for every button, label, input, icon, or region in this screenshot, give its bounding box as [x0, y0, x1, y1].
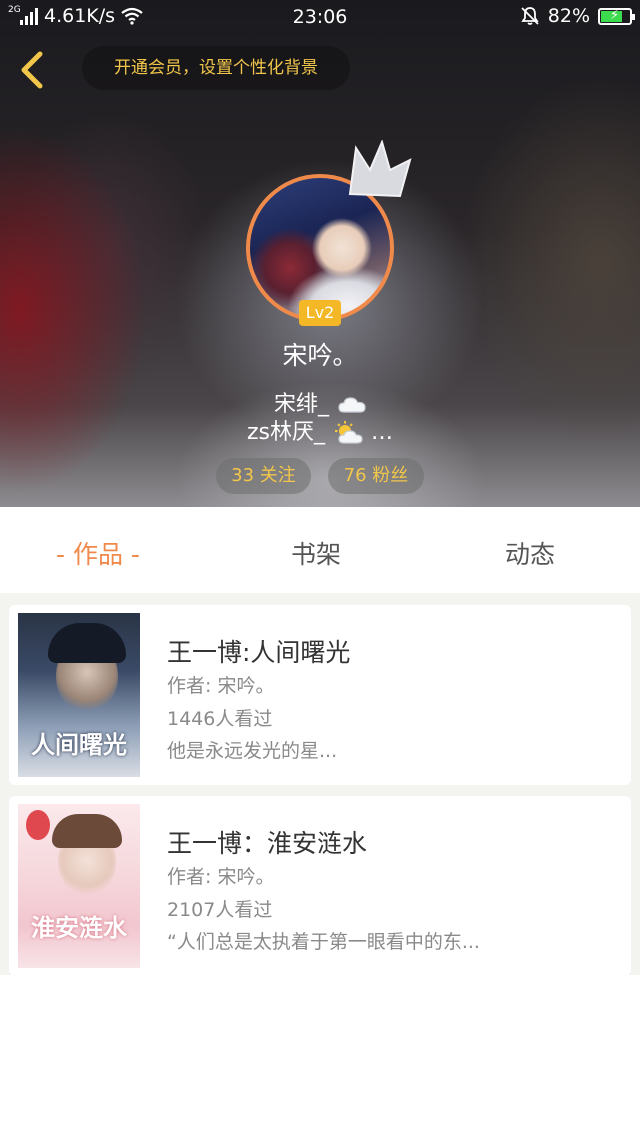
profile-page: 2G 4.61K/s 23:06 82% ⚡ 开通会员，设置个性化背景 Lv2 …	[0, 0, 640, 1138]
cover-balloon	[26, 810, 50, 840]
level-badge: Lv2	[299, 300, 341, 326]
status-right: 82% ⚡	[520, 5, 635, 27]
work-author: 作者: 宋吟。	[167, 866, 275, 888]
mute-bell-icon	[521, 7, 539, 25]
works-list: 人间曙光 王一博:人间曙光 作者: 宋吟。 1446人看过 他是永远发光的星..…	[0, 593, 640, 976]
work-excerpt: “人们总是太执着于第一眼看中的东...	[167, 931, 480, 953]
work-title: 王一博:人间曙光	[167, 638, 351, 667]
signature-ellipsis: …	[371, 420, 393, 445]
book-cover: 淮安涟水	[18, 804, 140, 968]
work-author: 作者: 宋吟。	[167, 675, 275, 697]
work-views: 1446人看过	[167, 708, 273, 730]
cover-hair	[48, 623, 126, 663]
cover-hair	[52, 814, 122, 848]
cover-title-text: 人间曙光	[31, 731, 127, 759]
empty-area	[0, 975, 640, 1138]
vip-background-prompt[interactable]: 开通会员，设置个性化背景	[82, 46, 350, 90]
list-item[interactable]: 淮安涟水 王一博：淮安涟水 作者: 宋吟。 2107人看过 “人们总是太执着于第…	[9, 796, 631, 976]
book-cover: 人间曙光	[18, 613, 140, 777]
battery-percent: 82%	[547, 5, 590, 27]
battery-icon: ⚡	[598, 7, 635, 25]
fans-count-button[interactable]: 76 粉丝	[328, 458, 424, 494]
work-title: 王一博：淮安涟水	[167, 829, 368, 858]
status-bar: 2G 4.61K/s 23:06 82% ⚡	[0, 0, 640, 34]
tab-works[interactable]: - 作品 -	[56, 535, 140, 571]
crown-icon	[348, 140, 412, 198]
signature-text-2: zs林厌_	[246, 420, 325, 445]
user-nickname: 宋吟。	[282, 341, 358, 370]
signature-line-2: zs林厌_ …	[0, 414, 640, 446]
tab-bookshelf[interactable]: 书架	[291, 535, 341, 571]
tab-activity[interactable]: 动态	[505, 535, 555, 571]
charging-bolt-icon: ⚡	[610, 7, 620, 23]
follow-count-button[interactable]: 33 关注	[216, 458, 311, 494]
back-button[interactable]	[14, 48, 54, 92]
chevron-left-icon	[21, 51, 43, 89]
work-excerpt: 他是永远发光的星...	[167, 740, 338, 762]
sun-behind-cloud-icon	[335, 421, 363, 444]
work-views: 2107人看过	[167, 899, 273, 921]
list-item[interactable]: 人间曙光 王一博:人间曙光 作者: 宋吟。 1446人看过 他是永远发光的星..…	[9, 605, 631, 785]
cover-title-text: 淮安涟水	[31, 914, 127, 942]
cloud-icon	[338, 397, 366, 413]
profile-tabs: - 作品 - 书架 动态	[0, 507, 640, 593]
